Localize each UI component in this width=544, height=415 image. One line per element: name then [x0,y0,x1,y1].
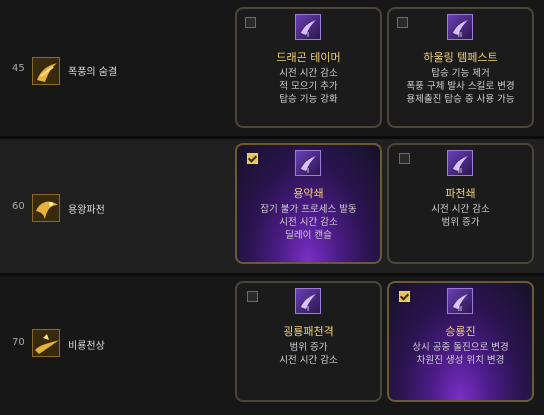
tripod-desc-line: 딜레이 캔슬 [285,230,332,241]
tripod-card[interactable]: II 하울링 템페스트 탑승 기능 제거 폭풍 구체 발사 스킬로 변경 용제출… [387,7,534,128]
rune-icon: II [447,150,473,176]
tripod-card-selected[interactable]: I 용약쇄 잡기 불가 프로세스 발동 시전 시간 감소 딜레이 캔슬 [235,143,382,264]
tripod-title: 용약쇄 [293,187,324,200]
tripod-checkbox[interactable] [247,291,258,302]
tripod-desc-line: 폭풍 구체 발사 스킬로 변경 [406,81,515,92]
rune-icon: II [447,14,473,40]
tripod-desc-line: 범위 증가 [441,217,480,228]
tripod-card[interactable]: I 드래곤 테이머 시전 시간 감소 적 모으기 추가 탑승 기능 강화 [235,7,382,128]
tripod-desc-line: 적 모으기 추가 [279,81,338,92]
skill-icon-70[interactable] [32,329,60,357]
tripod-title: 승룡진 [445,325,476,338]
tripod-desc-line: 시전 시간 감소 [279,68,338,79]
tripod-desc-line: 용제출진 탑승 중 사용 가능 [406,94,515,105]
tripod-card[interactable]: II 파천쇄 시전 시간 감소 범위 증가 [387,143,534,264]
skill-name: 용왕파천 [68,205,105,216]
tripod-desc-line: 시전 시간 감소 [279,217,338,228]
tripod-desc-line: 시전 시간 감소 [431,204,490,215]
skill-icon-45[interactable] [32,57,60,85]
tripod-desc-line: 상시 공중 돌진으로 변경 [412,342,509,353]
rune-icon: I [295,14,321,40]
svg-text:II: II [458,167,462,175]
skill-name: 폭풍의 숨결 [68,67,118,78]
tripod-title: 하울링 템페스트 [423,51,498,64]
tripod-checkbox[interactable] [245,17,256,28]
tripod-desc-line: 탑승 기능 강화 [279,94,338,105]
tripod-desc-line: 차원진 생성 위치 변경 [416,355,505,366]
skill-icon-60[interactable] [32,194,60,222]
rune-icon: I [295,150,321,176]
rune-icon: I [295,288,321,314]
svg-text:II: II [458,31,462,39]
tripod-title: 드래곤 테이머 [276,51,341,64]
svg-text:II: II [458,305,462,313]
svg-text:I: I [307,305,309,313]
tripod-card-selected[interactable]: II 승룡진 상시 공중 돌진으로 변경 차원진 생성 위치 변경 [387,281,534,402]
skill-level: 45 [12,63,25,74]
rune-icon: II [447,288,473,314]
svg-text:I: I [307,31,309,39]
tripod-checkbox-checked[interactable] [399,291,410,302]
skill-level: 70 [12,337,25,348]
tripod-title: 굉룡패천격 [283,325,334,338]
skill-level: 60 [12,201,25,212]
tripod-desc-line: 시전 시간 감소 [279,355,338,366]
tripod-checkbox-checked[interactable] [247,153,258,164]
svg-text:I: I [307,167,309,175]
tripod-desc-line: 범위 증가 [289,342,328,353]
tripod-desc-line: 탑승 기능 제거 [431,68,490,79]
tripod-title: 파천쇄 [445,187,476,200]
skill-name: 비룡천상 [68,341,105,352]
tripod-checkbox[interactable] [397,17,408,28]
tripod-desc-line: 잡기 불가 프로세스 발동 [260,204,357,215]
tripod-card[interactable]: I 굉룡패천격 범위 증가 시전 시간 감소 [235,281,382,402]
tripod-checkbox[interactable] [399,153,410,164]
